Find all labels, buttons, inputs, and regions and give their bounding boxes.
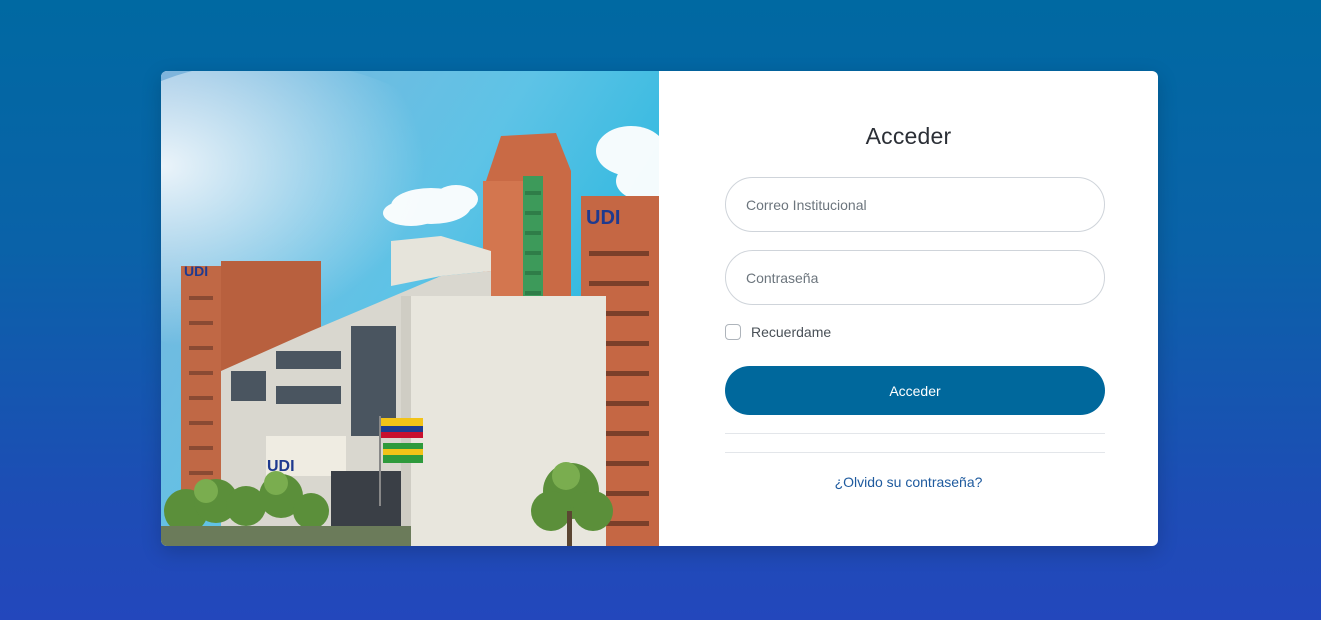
divider [725,433,1105,434]
login-button[interactable]: Acceder [725,366,1105,415]
password-field[interactable] [725,250,1105,305]
remember-label: Recuerdame [751,324,832,340]
remember-me[interactable]: Recuerdame [725,324,831,340]
forgot-password-link[interactable]: ¿Olvido su contraseña? [659,474,1158,490]
login-card: UDI UDI UDI Acceder Correo Institucional… [161,71,1158,546]
logo-right-text: UDI [586,207,620,229]
campus-building-illustration: UDI UDI UDI [161,71,659,546]
remember-checkbox[interactable] [725,324,741,340]
logo-left-text: UDI [184,263,208,279]
email-field[interactable] [725,177,1105,232]
login-title: Acceder [865,123,952,149]
login-form-panel: Acceder Recuerdame Acceder ¿Olvido su co… [659,71,1158,546]
campus-photo: UDI UDI UDI [161,71,659,546]
divider [725,452,1105,453]
